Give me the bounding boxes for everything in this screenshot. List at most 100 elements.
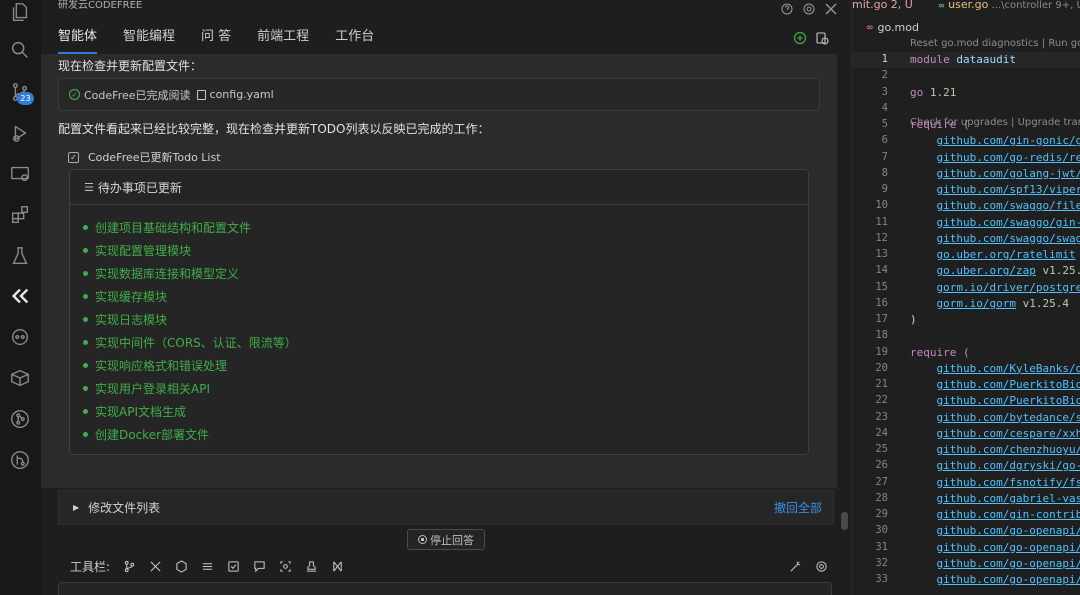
source-control-badge: 23 — [17, 92, 34, 105]
todo-item: 创建Docker部署文件 — [70, 423, 808, 446]
line-number: 9 — [881, 183, 888, 195]
code-line: gorm.io/driver/postgre — [936, 280, 1080, 294]
line-number: 3 — [881, 85, 888, 98]
tab-user-go[interactable]: ∞ user.go ...\controller 9+, U — [938, 0, 1080, 11]
testing-icon[interactable] — [8, 244, 32, 268]
modified-files-bar[interactable]: ▶ 修改文件列表 撤回全部 — [58, 490, 834, 525]
tab-mit-go[interactable]: mit.go 2, U — [852, 0, 913, 11]
line-number: 20 — [875, 361, 888, 374]
breadcrumb[interactable]: ∞ go.mod — [866, 21, 919, 34]
search-icon[interactable] — [8, 38, 32, 62]
code-line: github.com/gin-gonic/g — [936, 134, 1080, 148]
expand-icon[interactable]: ▶ — [73, 503, 79, 512]
magic-wand-icon[interactable] — [788, 559, 802, 573]
tab-smart-coding[interactable]: 智能编程 — [123, 22, 175, 54]
line-number: 6 — [881, 134, 888, 147]
todo-updated-text: CodeFree已更新Todo List — [88, 151, 221, 164]
todo-item: 创建项目基础结构和配置文件 — [70, 216, 808, 239]
code-line: go.uber.org/zap v1.25. — [936, 264, 1080, 278]
code-line: github.com/chenzhuoyu/ — [936, 443, 1080, 456]
line-number: 31 — [875, 540, 888, 553]
code-line: github.com/spf13/viper — [936, 183, 1080, 196]
chat-tabs: 智能体 智能编程 问 答 前端工程 工作台 — [41, 22, 851, 54]
todo-item: 实现数据库连接和模型定义 — [70, 262, 808, 285]
line-number: 17 — [875, 313, 888, 325]
remote-explorer-icon[interactable] — [8, 162, 32, 186]
code-line: github.com/KyleBanks/d — [936, 361, 1080, 375]
extensions-icon[interactable] — [8, 203, 32, 227]
code-line: github.com/swaggo/swag — [936, 231, 1080, 245]
line-number: 33 — [875, 573, 888, 585]
stop-answer-button[interactable]: 停止回答 — [407, 529, 485, 550]
todo-item: 实现缓存模块 — [70, 285, 808, 308]
line-number: 28 — [875, 491, 888, 504]
tab-workbench[interactable]: 工作台 — [335, 22, 374, 54]
bullet-icon — [83, 271, 88, 276]
line-number: 30 — [875, 524, 888, 537]
bullet-icon — [83, 432, 88, 437]
activity-bar: 23 — [0, 0, 41, 595]
help-icon[interactable] — [781, 0, 793, 15]
bullet-icon — [83, 317, 88, 322]
line-number: 8 — [881, 166, 888, 179]
read-file-status: ✓ CodeFree已完成阅读 config.yaml — [58, 78, 820, 111]
todo-updated-header: ✓ CodeFree已更新Todo List — [68, 149, 221, 165]
tab-qa[interactable]: 问 答 — [201, 22, 231, 54]
scrollbar[interactable] — [841, 512, 848, 530]
comment-icon[interactable] — [252, 559, 266, 573]
app-window: 23 研发云CODEFREE 智能体 智能编程 问 答 前端工程 工作台 现在检… — [0, 0, 1080, 595]
codefree-chat-panel: 研发云CODEFREE 智能体 智能编程 问 答 前端工程 工作台 现在检查并更… — [41, 0, 851, 595]
line-number: 21 — [875, 378, 888, 390]
code-line: gorm.io/gorm v1.25.4 — [936, 296, 1069, 310]
go-file-icon: ∞ — [938, 1, 945, 10]
codefree-icon[interactable] — [8, 284, 32, 308]
package-icon[interactable] — [8, 366, 32, 390]
message-text-2: 配置文件看起来已经比较完整，现在检查并更新TODO列表以反映已完成的工作： — [58, 122, 490, 136]
line-number: 10 — [875, 199, 888, 212]
gear-icon[interactable] — [814, 559, 828, 573]
run-debug-icon[interactable] — [8, 121, 32, 145]
line-number: 24 — [875, 426, 888, 439]
revert-all-button[interactable]: 撤回全部 — [774, 499, 822, 516]
scan-icon[interactable] — [278, 559, 292, 573]
code-line: github.com/gin-contrib — [936, 508, 1080, 521]
panel-title: 研发云CODEFREE — [58, 0, 143, 11]
editor-tabs: mit.go 2, U ∞ user.go ...\controller 9+,… — [852, 0, 1080, 14]
line-number: 16 — [875, 296, 888, 309]
bullet-icon — [83, 225, 88, 230]
git-graph-icon[interactable] — [8, 407, 32, 431]
sliders-icon[interactable] — [200, 559, 214, 573]
line-number: 19 — [875, 345, 888, 358]
line-number: 1 — [881, 53, 888, 65]
editor-pane: mit.go 2, U ∞ user.go ...\controller 9+,… — [851, 0, 1080, 595]
code-line: require ( — [910, 345, 970, 359]
merge-icon[interactable] — [330, 559, 344, 573]
todo-item: 实现中间件（CORS、认证、限流等） — [70, 331, 808, 354]
tab-agent[interactable]: 智能体 — [58, 22, 98, 54]
copilot-icon[interactable] — [8, 325, 32, 349]
history-icon[interactable] — [815, 30, 829, 45]
git-lens-icon[interactable] — [8, 448, 32, 472]
code-line: go.uber.org/ratelimit — [936, 248, 1076, 261]
chat-input[interactable] — [58, 582, 832, 595]
line-number: 7 — [881, 150, 888, 163]
stamp-icon[interactable] — [304, 559, 318, 573]
explorer-icon[interactable] — [8, 0, 32, 24]
input-toolbar: 工具栏: — [58, 553, 834, 579]
new-chat-icon[interactable] — [793, 30, 807, 45]
check-circle-icon: ✓ — [69, 89, 80, 100]
checklist-icon[interactable] — [226, 559, 240, 573]
file-link[interactable]: config.yaml — [210, 88, 274, 101]
code-line: github.com/cespare/xxh — [936, 426, 1080, 440]
tab-frontend[interactable]: 前端工程 — [257, 22, 309, 54]
line-number: 4 — [881, 101, 888, 114]
todo-item: 实现API文档生成 — [70, 400, 808, 423]
codelens-diagnostics[interactable]: Reset go.mod diagnostics | Run go mod — [910, 38, 1080, 49]
close-icon[interactable] — [825, 0, 837, 15]
settings-icon[interactable] — [803, 0, 815, 15]
hexagon-icon[interactable] — [174, 559, 188, 573]
tools-icon[interactable] — [148, 559, 162, 573]
todo-item: 实现日志模块 — [70, 308, 808, 331]
code-line: go 1.21 — [910, 85, 957, 99]
branch-icon[interactable] — [122, 559, 136, 573]
